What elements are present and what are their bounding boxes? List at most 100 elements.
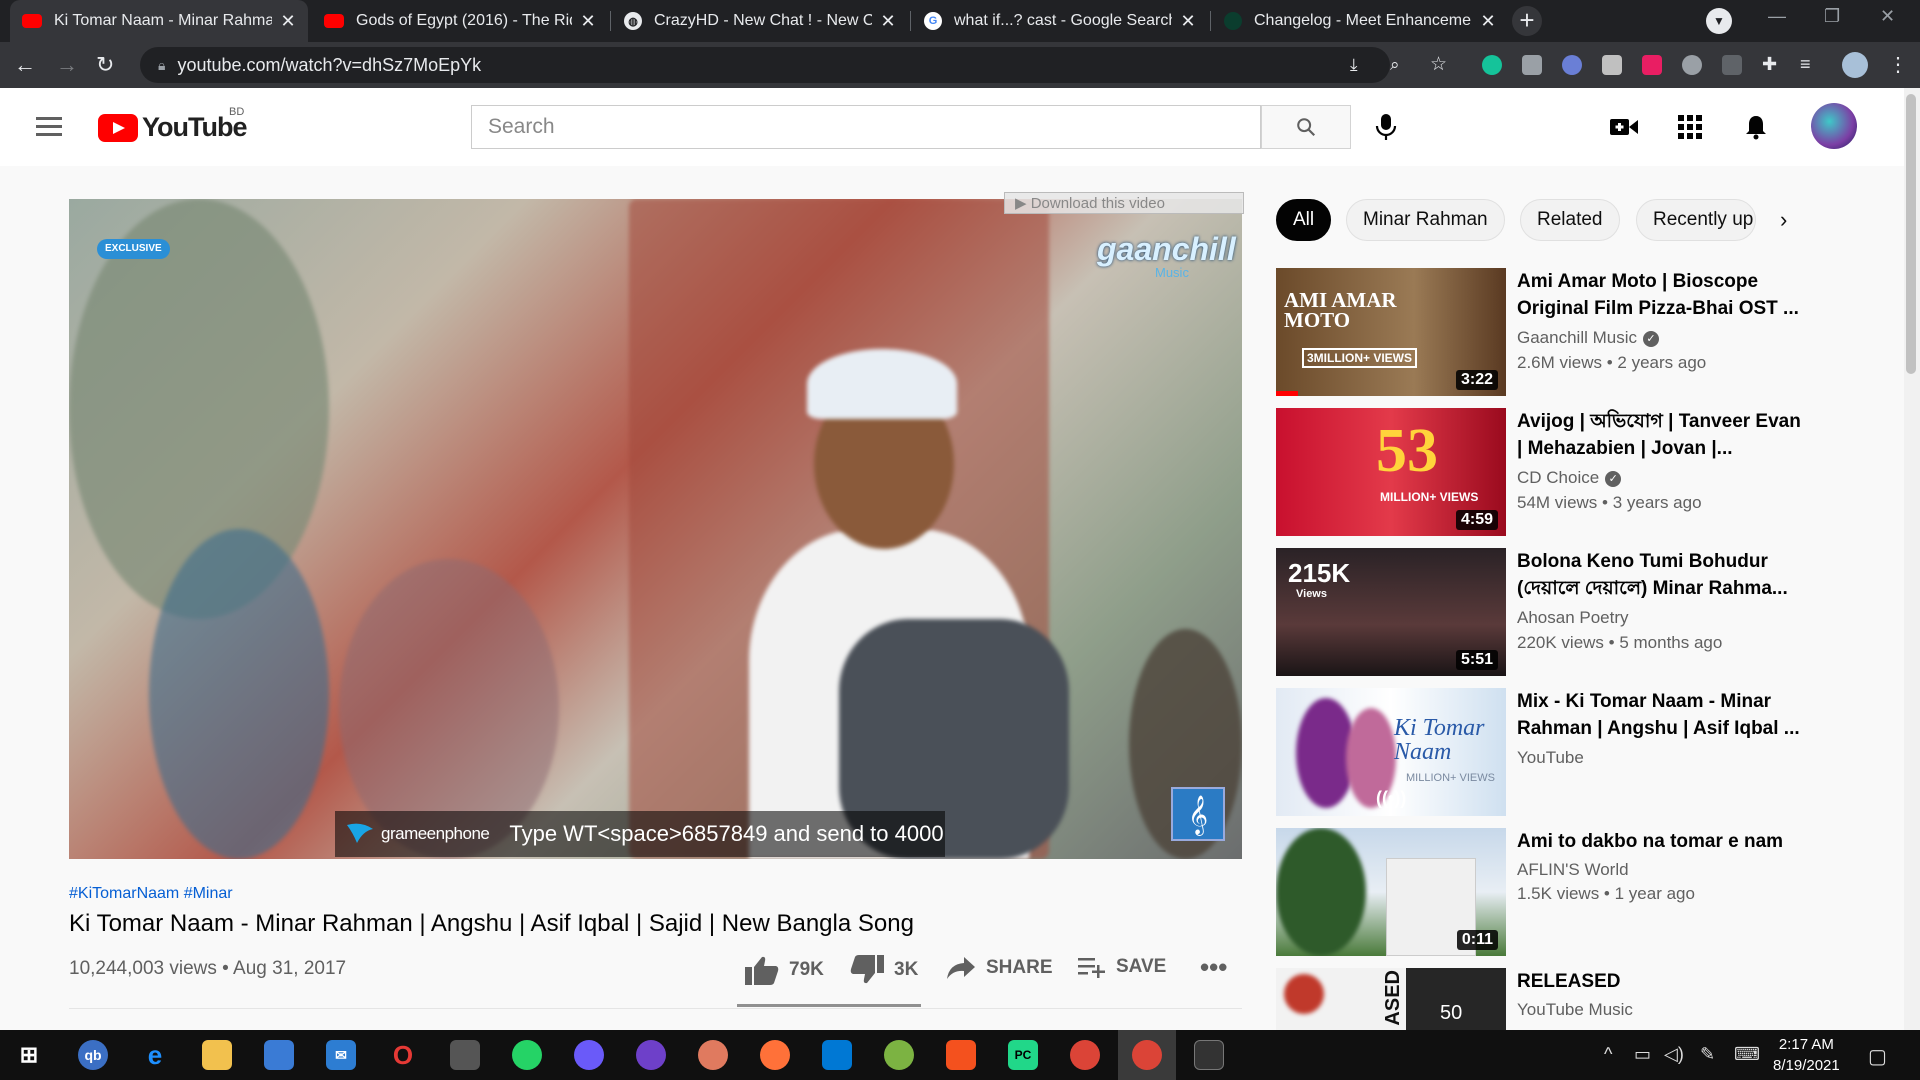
- paint-icon[interactable]: [698, 1040, 728, 1070]
- system-clock[interactable]: 2:17 AM 8/19/2021: [1773, 1034, 1840, 1076]
- hamburger-menu-icon[interactable]: [36, 117, 62, 141]
- keyboard-icon[interactable]: ⌨: [1734, 1044, 1760, 1065]
- recommendation-item[interactable]: ASED 50 RELEASED YouTube Music: [1276, 968, 1876, 1030]
- recommendation-item[interactable]: AMI AMAR MOTO 3MILLION+ VIEWS 3:22 Ami A…: [1276, 268, 1876, 398]
- satellite-app-icon[interactable]: [450, 1040, 480, 1070]
- tab-youtube-video[interactable]: Ki Tomar Naam - Minar Rahman | ✕: [10, 0, 308, 42]
- media-control-icon[interactable]: ≡: [1800, 54, 1811, 75]
- download-extension-icon[interactable]: [1682, 55, 1702, 75]
- tab-google-search[interactable]: G what if...? cast - Google Search ✕: [912, 0, 1208, 42]
- gaanchill-watermark-sub: Music: [1155, 265, 1189, 280]
- more-actions-icon[interactable]: •••: [1200, 952, 1227, 983]
- qbittorrent-icon[interactable]: qb: [78, 1040, 108, 1070]
- messenger-icon[interactable]: [574, 1040, 604, 1070]
- download-video-button[interactable]: ▶ Download this video: [1004, 192, 1244, 214]
- tab-gods-of-egypt[interactable]: Gods of Egypt (2016) - The Riddle ✕: [312, 0, 608, 42]
- restore-icon[interactable]: ❐: [1824, 6, 1840, 27]
- close-tab-icon[interactable]: ✕: [580, 11, 596, 32]
- close-tab-icon[interactable]: ✕: [880, 11, 896, 32]
- voice-search-button[interactable]: [1366, 109, 1406, 145]
- recommendation-item[interactable]: 53 MILLION+ VIEWS 4:59 Avijog | অভিযোগ |…: [1276, 408, 1876, 538]
- extension-icon[interactable]: [1722, 55, 1742, 75]
- minimize-icon[interactable]: —: [1768, 6, 1786, 27]
- video-thumbnail[interactable]: AMI AMAR MOTO 3MILLION+ VIEWS 3:22: [1276, 268, 1506, 396]
- chevron-right-icon[interactable]: ›: [1780, 207, 1787, 233]
- forward-icon[interactable]: →: [56, 52, 78, 78]
- extension-icon[interactable]: [1562, 55, 1582, 75]
- notifications-icon[interactable]: ▢: [1868, 1044, 1887, 1069]
- store-icon[interactable]: [264, 1040, 294, 1070]
- file-explorer-icon[interactable]: [202, 1040, 232, 1070]
- network-icon[interactable]: ▭: [1634, 1044, 1651, 1065]
- tab-crazyhd[interactable]: ◍ CrazyHD - New Chat ! - New Chat ✕: [612, 0, 908, 42]
- chip-minar-rahman[interactable]: Minar Rahman: [1346, 199, 1505, 241]
- bookmark-star-icon[interactable]: ☆: [1430, 53, 1447, 76]
- reload-icon[interactable]: ↻: [96, 52, 114, 78]
- dislike-button[interactable]: 3K: [850, 955, 918, 985]
- app-icon[interactable]: [884, 1040, 914, 1070]
- youtube-logo[interactable]: YouTube: [98, 112, 247, 143]
- mail-icon[interactable]: ✉: [326, 1040, 356, 1070]
- close-tab-icon[interactable]: ✕: [1480, 11, 1496, 32]
- like-button[interactable]: 79K: [745, 955, 824, 985]
- new-tab-button[interactable]: +: [1512, 6, 1542, 36]
- recommendation-title: RELEASED: [1517, 971, 1621, 992]
- share-button[interactable]: SHARE: [946, 955, 1053, 981]
- globe-icon: ◍: [624, 12, 642, 30]
- show-hidden-icons-icon[interactable]: ^: [1604, 1044, 1612, 1065]
- app-icon[interactable]: [946, 1040, 976, 1070]
- video-player[interactable]: EXCLUSIVE gaanchill Music grameenphone T…: [69, 199, 1242, 859]
- account-avatar[interactable]: [1811, 103, 1857, 149]
- edge-icon[interactable]: e: [140, 1040, 170, 1070]
- notifications-bell-icon[interactable]: [1742, 113, 1770, 141]
- pycharm-icon[interactable]: PC: [1008, 1040, 1038, 1070]
- chrome-menu-icon[interactable]: ⋮: [1888, 52, 1908, 77]
- volume-icon[interactable]: ◁): [1664, 1044, 1684, 1065]
- github-desktop-icon[interactable]: [636, 1040, 666, 1070]
- video-thumbnail[interactable]: ASED 50: [1276, 968, 1506, 1030]
- search-button[interactable]: [1261, 105, 1351, 149]
- watch-progress-bar: [1276, 391, 1298, 396]
- save-button[interactable]: SAVE: [1078, 955, 1166, 979]
- omnibox[interactable]: 🔒︎ youtube.com/watch?v=dhSz7MoEpYk: [140, 47, 1390, 83]
- chrome-active-icon[interactable]: [1132, 1040, 1162, 1070]
- back-icon[interactable]: ←: [14, 52, 36, 78]
- extension-icon[interactable]: [1602, 55, 1622, 75]
- video-thumbnail[interactable]: Ki Tomar Naam MILLION+ VIEWS ((•)): [1276, 688, 1506, 816]
- video-thumbnail[interactable]: 215K Views 5:51: [1276, 548, 1506, 676]
- vscode-icon[interactable]: [822, 1040, 852, 1070]
- create-video-icon[interactable]: [1610, 113, 1638, 141]
- pen-icon[interactable]: ✎: [1700, 1044, 1715, 1065]
- chrome-icon[interactable]: [1070, 1040, 1100, 1070]
- profile-avatar[interactable]: [1842, 52, 1868, 78]
- video-thumbnail[interactable]: 0:11: [1276, 828, 1506, 956]
- terminal-icon[interactable]: [1194, 1040, 1224, 1070]
- channel-name: AFLIN'S World: [1517, 860, 1629, 879]
- puzzle-icon[interactable]: ✚: [1762, 54, 1777, 75]
- scrollbar-thumb[interactable]: [1906, 94, 1916, 374]
- tab-changelog[interactable]: Changelog - Meet Enhancement ✕: [1212, 0, 1508, 42]
- search-input[interactable]: Search: [471, 105, 1261, 149]
- whatsapp-icon[interactable]: [512, 1040, 542, 1070]
- tab-search-icon[interactable]: ▼: [1706, 8, 1732, 34]
- video-thumbnail[interactable]: 53 MILLION+ VIEWS 4:59: [1276, 408, 1506, 536]
- close-window-icon[interactable]: ✕: [1880, 6, 1895, 27]
- grammarly-icon[interactable]: [1482, 55, 1502, 75]
- close-tab-icon[interactable]: ✕: [280, 11, 296, 32]
- opera-icon[interactable]: O: [388, 1040, 418, 1070]
- windows-start-icon[interactable]: ⊞: [14, 1040, 44, 1070]
- chip-recently-uploaded[interactable]: Recently up: [1636, 199, 1756, 241]
- play-extension-icon[interactable]: [1642, 55, 1662, 75]
- close-tab-icon[interactable]: ✕: [1180, 11, 1196, 32]
- apps-grid-icon[interactable]: [1676, 113, 1704, 141]
- recommendation-item[interactable]: Ki Tomar Naam MILLION+ VIEWS ((•)) Mix -…: [1276, 688, 1876, 818]
- chip-related[interactable]: Related: [1520, 199, 1620, 241]
- recommendation-item[interactable]: 0:11 Ami to dakbo na tomar e nam AFLIN'S…: [1276, 828, 1876, 958]
- zoom-icon[interactable]: ⌕: [1390, 55, 1400, 75]
- recommendation-item[interactable]: 215K Views 5:51 Bolona Keno Tumi Bohudur…: [1276, 548, 1876, 678]
- camera-extension-icon[interactable]: [1522, 55, 1542, 75]
- install-icon[interactable]: ⤓: [1350, 55, 1358, 75]
- firefox-icon[interactable]: [760, 1040, 790, 1070]
- chip-all[interactable]: All: [1276, 199, 1332, 241]
- hashtags[interactable]: #KiTomarNaam #Minar: [69, 885, 233, 903]
